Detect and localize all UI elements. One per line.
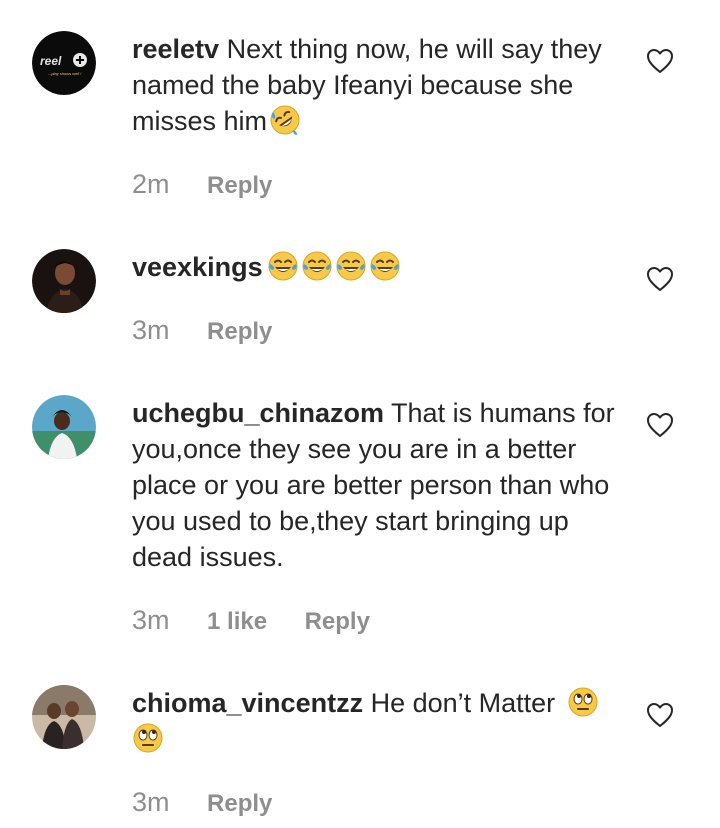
- reply-button[interactable]: Reply: [207, 318, 272, 345]
- reply-button[interactable]: Reply: [207, 790, 272, 817]
- comment-body: chioma_vincentzz He don’t Matter: [132, 685, 622, 757]
- comment-meta: 3m Reply: [132, 315, 272, 346]
- comment-time: 2m: [132, 169, 170, 199]
- comment-body: uchegbu_chinazom That is humans for you,…: [132, 395, 622, 575]
- reply-button[interactable]: Reply: [305, 608, 370, 635]
- comment-body: veexkings: [132, 249, 622, 285]
- comment-list: reel ...play shows well ! reeletv Next t…: [0, 0, 720, 828]
- comment-username[interactable]: chioma_vincentzz: [132, 688, 363, 718]
- comment-time: 3m: [132, 605, 170, 635]
- comment-username[interactable]: uchegbu_chinazom: [132, 398, 384, 428]
- heart-outline-icon[interactable]: [646, 412, 674, 438]
- avatar[interactable]: reel ...play shows well !: [32, 31, 96, 95]
- comment-body: reeletv Next thing now, he will say they…: [132, 31, 622, 139]
- avatar-tagline: ...play shows well !: [48, 71, 82, 76]
- rolling-eyes-emoji-icon: [132, 722, 164, 754]
- comment-meta: 2m Reply: [132, 169, 272, 200]
- avatar[interactable]: [32, 395, 96, 459]
- tears-of-joy-emoji-icon: [369, 250, 401, 282]
- likes-count[interactable]: 1 like: [207, 608, 267, 635]
- comment-time: 3m: [132, 315, 170, 345]
- comment-username[interactable]: reeletv: [132, 34, 219, 64]
- heart-outline-icon[interactable]: [646, 48, 674, 74]
- heart-outline-icon[interactable]: [646, 266, 674, 292]
- comment-time: 3m: [132, 787, 170, 817]
- heart-outline-icon[interactable]: [646, 702, 674, 728]
- tears-of-joy-emoji-icon: [267, 250, 299, 282]
- avatar[interactable]: [32, 249, 96, 313]
- reply-button[interactable]: Reply: [207, 172, 272, 199]
- rolling-eyes-emoji-icon: [567, 686, 599, 718]
- comment-meta: 3m 1 like Reply: [132, 605, 370, 636]
- comment-text: He don’t Matter: [370, 688, 556, 718]
- comment-username[interactable]: veexkings: [132, 252, 263, 282]
- tears-of-joy-emoji-icon: [335, 250, 367, 282]
- avatar[interactable]: [32, 685, 96, 749]
- avatar-logo-text: reel: [40, 54, 62, 68]
- rofl-emoji-icon: [269, 104, 301, 136]
- comment-meta: 3m Reply: [132, 787, 272, 818]
- tears-of-joy-emoji-icon: [301, 250, 333, 282]
